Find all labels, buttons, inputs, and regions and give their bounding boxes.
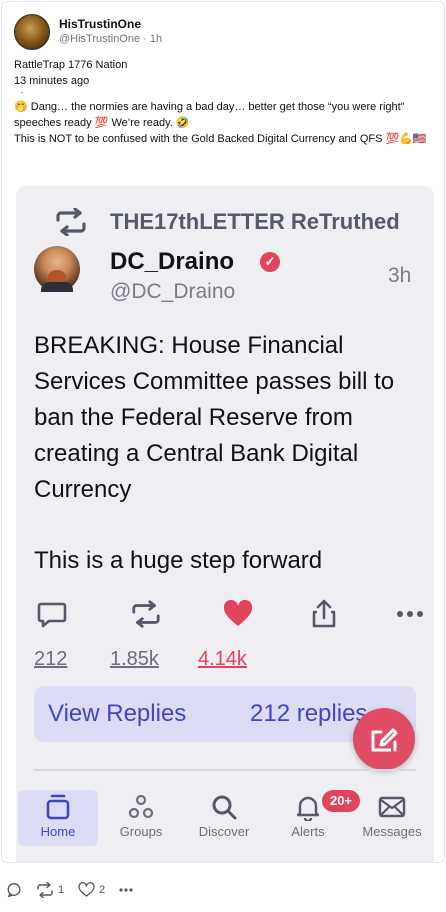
author-handle[interactable]: @DC_Draino <box>110 280 235 304</box>
post-card: HisTrustinOne @HisTrustinOne · 1h Rattle… <box>1 1 445 863</box>
post-dot: · <box>20 87 24 98</box>
divider <box>34 769 416 771</box>
truth-text: BREAKING: House Financial Services Commi… <box>34 328 424 579</box>
action-bar <box>36 598 423 638</box>
author-avatar[interactable] <box>34 246 80 292</box>
reply-icon[interactable] <box>36 598 68 630</box>
display-name[interactable]: HisTrustinOne <box>59 17 162 32</box>
tab-groups[interactable]: Groups <box>101 790 181 846</box>
tab-label: Discover <box>198 824 250 839</box>
retruth-action-icon[interactable] <box>130 598 162 630</box>
engagement-counts: 212 1.85k 4.14k <box>34 648 414 676</box>
tab-label: Home <box>40 824 76 839</box>
truth-author: DC_Draino ✓ @DC_Draino 3h <box>34 244 434 304</box>
envelope-icon <box>378 796 406 818</box>
retruth-header: THE17thLETTER ReTruthed <box>54 208 400 236</box>
home-icon <box>46 794 70 820</box>
tab-discover[interactable]: Discover <box>184 790 264 846</box>
share-icon[interactable] <box>308 598 340 630</box>
truth-paragraph: This is a huge step forward <box>34 547 323 574</box>
embedded-screenshot[interactable]: THE17thLETTER ReTruthed DC_Draino ✓ @DC_… <box>16 186 434 862</box>
post-line: 🤭 Dang… the normies are having a bad day… <box>14 101 405 129</box>
retruth-button[interactable]: 1 <box>36 881 64 899</box>
like-count: 2 <box>99 884 106 896</box>
comment-icon <box>7 883 21 898</box>
more-button[interactable] <box>118 881 134 899</box>
post-line: 13 minutes ago <box>14 75 90 87</box>
tab-home[interactable]: Home <box>18 790 98 846</box>
handle-line: @HisTrustinOne · 1h <box>59 32 162 47</box>
more-options-icon[interactable] <box>394 598 426 630</box>
replies-count-link[interactable]: 212 <box>34 648 67 671</box>
reply-button[interactable] <box>6 881 22 899</box>
author-time: 3h <box>388 264 412 287</box>
repost-icon <box>37 882 53 898</box>
retruth-icon <box>56 208 86 236</box>
post-line: This is NOT to be confused with the Gold… <box>14 133 427 145</box>
compose-pencil-icon <box>371 728 398 752</box>
tab-messages[interactable]: Messages <box>352 790 432 846</box>
likes-count-link[interactable]: 4.14k <box>198 648 247 671</box>
post-time: 1h <box>149 33 163 45</box>
view-replies-count: 212 replies <box>250 700 368 727</box>
heart-outline-icon <box>78 882 95 897</box>
separator: · <box>143 33 150 45</box>
tab-label: Messages <box>362 824 422 839</box>
search-icon <box>212 795 237 820</box>
truth-paragraph: BREAKING: House Financial Services Commi… <box>34 332 395 503</box>
bottom-tab-bar: Home Groups Discover Alerts Messages <box>16 784 434 862</box>
view-replies-label: View Replies <box>48 700 187 727</box>
retruths-count-link[interactable]: 1.85k <box>110 648 159 671</box>
post-header: HisTrustinOne @HisTrustinOne · 1h <box>14 14 162 50</box>
tab-label: Alerts <box>291 824 325 839</box>
post-line: RattleTrap 1776 Nation <box>14 59 128 71</box>
retruth-label[interactable]: THE17thLETTER ReTruthed <box>110 209 400 235</box>
post-body: RattleTrap 1776 Nation 13 minutes ago · … <box>14 57 434 147</box>
post-footer: 1 2 <box>0 875 446 905</box>
avatar-suit <box>41 282 73 292</box>
tab-label: Groups <box>119 824 163 839</box>
alerts-badge: 20+ <box>322 790 360 812</box>
post-header-text: HisTrustinOne @HisTrustinOne · 1h <box>59 17 162 47</box>
compose-button[interactable] <box>353 708 415 770</box>
retruth-count: 1 <box>58 884 65 896</box>
like-heart-icon[interactable] <box>222 598 254 630</box>
like-button[interactable]: 2 <box>78 881 105 899</box>
bell-icon <box>296 796 320 821</box>
author-name[interactable]: DC_Draino <box>110 248 234 276</box>
groups-icon <box>128 794 154 819</box>
ellipsis-icon <box>119 888 133 892</box>
handle[interactable]: @HisTrustinOne <box>59 33 140 45</box>
avatar[interactable] <box>14 14 50 50</box>
verified-badge-icon: ✓ <box>260 252 280 272</box>
